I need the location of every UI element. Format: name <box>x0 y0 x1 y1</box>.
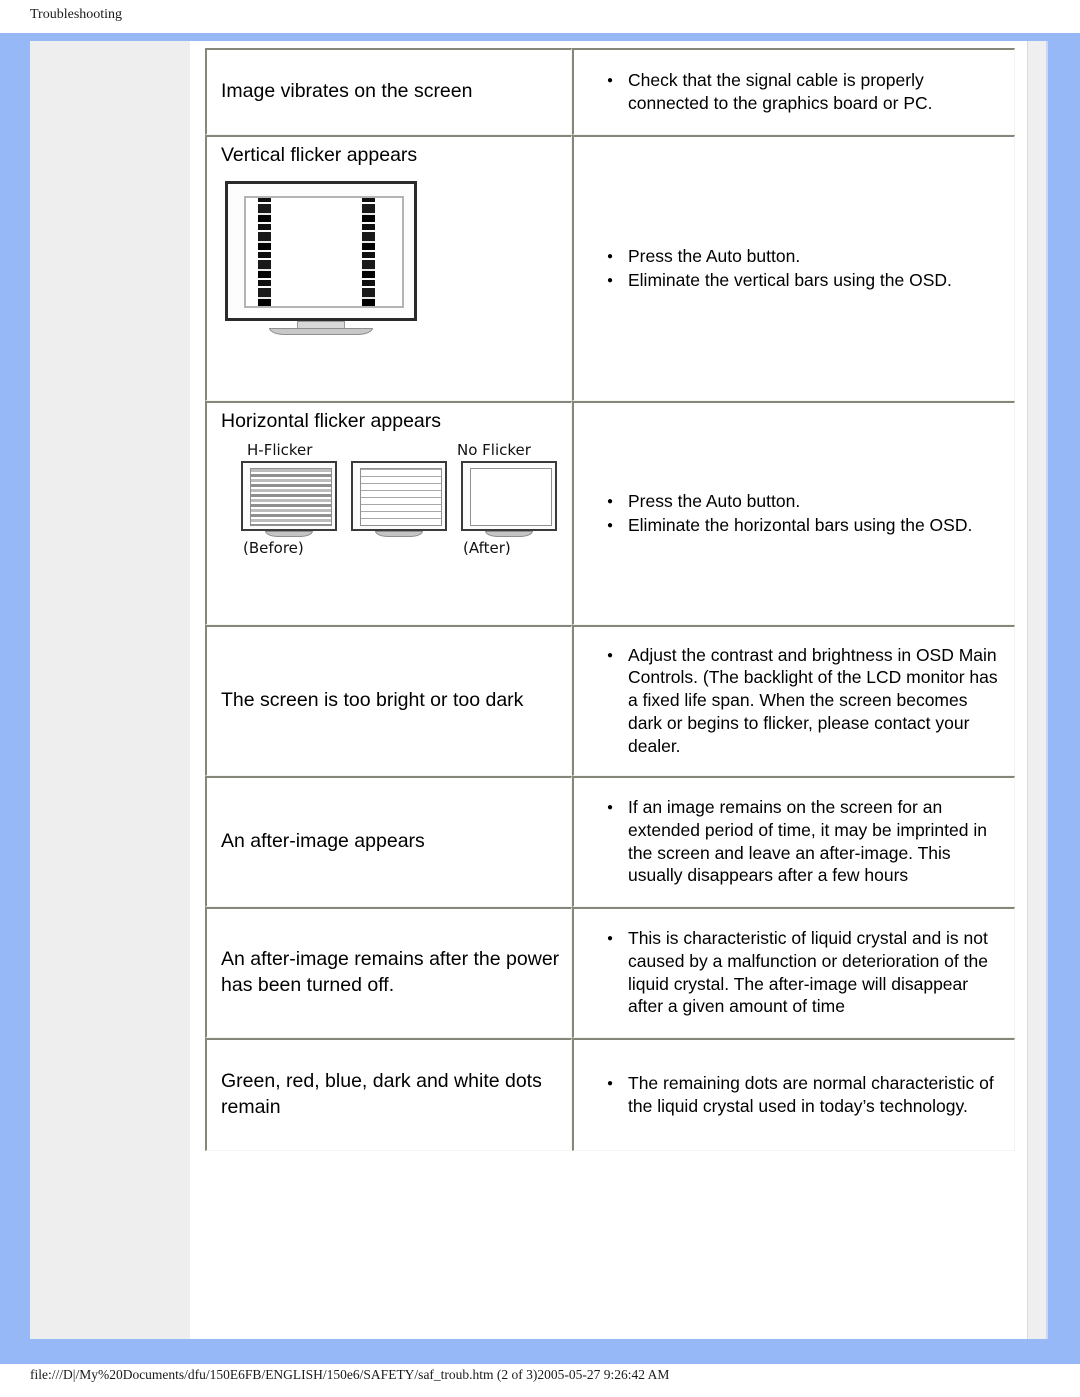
list-item: The remaining dots are normal characteri… <box>607 1072 1000 1118</box>
solution-list: Adjust the contrast and brightness in OS… <box>582 644 1006 758</box>
solution-cell: Check that the signal cable is properly … <box>572 48 1015 135</box>
vertical-bar-left <box>258 197 271 306</box>
vertical-flicker-figure <box>215 169 563 353</box>
list-item: Check that the signal cable is properly … <box>607 69 1000 115</box>
flicker-monitor-row: H-Flicker No Flicker <box>233 440 563 539</box>
monitor-bezel <box>225 180 417 321</box>
solution-list: Press the Auto button. Eliminate the hor… <box>582 490 1006 537</box>
solution-cell: Press the Auto button. Eliminate the hor… <box>572 401 1015 625</box>
symptom-text: An after-image appears <box>221 830 425 853</box>
solution-list: This is characteristic of liquid crystal… <box>582 927 1006 1018</box>
monitor-screen <box>244 195 404 308</box>
horizontal-flicker-figure: H-Flicker No Flicker (Before) (After) <box>215 435 563 573</box>
monitor-icon-before <box>241 460 337 539</box>
solution-cell: If an image remains on the screen for an… <box>572 776 1015 907</box>
table-row: Horizontal flicker appears H-Flicker No … <box>205 401 1015 625</box>
solution-cell: This is characteristic of liquid crystal… <box>572 907 1015 1038</box>
monitor-base <box>265 530 313 537</box>
monitor-screen-lines <box>360 467 442 526</box>
table-row: Image vibrates on the screen Check that … <box>205 48 1015 135</box>
list-item: Press the Auto button. <box>607 245 1000 268</box>
solution-list: Check that the signal cable is properly … <box>582 69 1006 115</box>
symptom-cell: An after-image appears <box>205 776 572 907</box>
solution-cell: Adjust the contrast and brightness in OS… <box>572 625 1015 776</box>
monitor-icon <box>225 180 421 339</box>
symptom-text: Green, red, blue, dark and white dots re… <box>221 1070 542 1118</box>
symptom-cell: Image vibrates on the screen <box>205 48 572 135</box>
page-canvas: Image vibrates on the screen Check that … <box>30 41 1048 1339</box>
symptom-text: Vertical flicker appears <box>221 144 418 166</box>
monitor-base <box>485 530 533 537</box>
list-item: Eliminate the vertical bars using the OS… <box>607 269 1000 292</box>
solution-list: If an image remains on the screen for an… <box>582 796 1006 887</box>
table-row: Green, red, blue, dark and white dots re… <box>205 1038 1015 1151</box>
monitor-base <box>269 327 373 335</box>
left-navigation-column <box>30 41 190 1339</box>
symptom-text: Image vibrates on the screen <box>221 80 473 103</box>
monitor-icon-after <box>461 460 557 539</box>
solution-list: Press the Auto button. Eliminate the ver… <box>582 245 1006 292</box>
symptom-cell: Vertical flicker appears <box>205 135 572 401</box>
list-item: Press the Auto button. <box>607 490 1000 513</box>
no-flicker-label: No Flicker <box>457 440 531 459</box>
symptom-cell: The screen is too bright or too dark <box>205 625 572 776</box>
list-item: This is characteristic of liquid crystal… <box>607 927 1000 1018</box>
symptom-text: Horizontal flicker appears <box>221 410 442 432</box>
after-label: (After) <box>463 538 511 557</box>
table-row: The screen is too bright or too dark Adj… <box>205 625 1015 776</box>
h-flicker-label: H-Flicker <box>247 440 313 459</box>
page-header: Troubleshooting <box>0 0 1080 33</box>
table-row: An after-image appears If an image remai… <box>205 776 1015 907</box>
scrollbar-gutter[interactable] <box>1027 41 1048 1339</box>
monitor-bezel <box>241 460 337 531</box>
solution-cell: Press the Auto button. Eliminate the ver… <box>572 135 1015 401</box>
monitor-screen-blurry <box>250 467 332 526</box>
symptom-text: The screen is too bright or too dark <box>221 689 524 712</box>
before-label: (Before) <box>243 538 304 557</box>
vertical-bar-right <box>362 197 375 306</box>
symptom-text: An after-image remains after the power h… <box>221 948 560 996</box>
troubleshooting-table: Image vibrates on the screen Check that … <box>205 48 1015 1151</box>
list-item: Adjust the contrast and brightness in OS… <box>607 644 1000 758</box>
page-footer: file:///D|/My%20Documents/dfu/150E6FB/EN… <box>0 1364 1080 1397</box>
monitor-icon-middle <box>351 460 447 539</box>
solution-cell: The remaining dots are normal characteri… <box>572 1038 1015 1151</box>
page-title: Troubleshooting <box>30 7 123 22</box>
symptom-cell: An after-image remains after the power h… <box>205 907 572 1038</box>
solution-list: The remaining dots are normal characteri… <box>582 1072 1006 1118</box>
symptom-cell: Green, red, blue, dark and white dots re… <box>205 1038 572 1151</box>
list-item: Eliminate the horizontal bars using the … <box>607 514 1000 537</box>
table-row: Vertical flicker appears ● Press the Aut… <box>205 135 1015 401</box>
symptom-cell: Horizontal flicker appears H-Flicker No … <box>205 401 572 625</box>
monitor-bezel <box>351 460 447 531</box>
monitor-base <box>375 530 423 537</box>
page-blue-frame: Image vibrates on the screen Check that … <box>0 33 1080 1364</box>
monitor-bezel <box>461 460 557 531</box>
table-row: An after-image remains after the power h… <box>205 907 1015 1038</box>
footer-path: file:///D|/My%20Documents/dfu/150E6FB/EN… <box>30 1367 670 1382</box>
monitor-screen-clear <box>470 467 552 526</box>
list-item: If an image remains on the screen for an… <box>607 796 1000 887</box>
